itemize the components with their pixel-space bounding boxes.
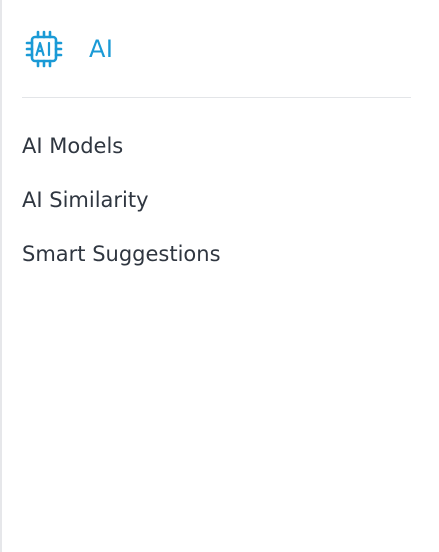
sidebar-edge: [0, 0, 2, 552]
menu-item-ai-models[interactable]: AI Models: [22, 132, 411, 186]
menu-item-ai-similarity[interactable]: AI Similarity: [22, 186, 411, 240]
menu-item-label: Smart Suggestions: [22, 242, 221, 266]
ai-settings-panel: AI AI Models AI Similarity Smart Suggest…: [22, 0, 411, 294]
section-header: AI: [22, 0, 411, 98]
menu-item-label: AI Models: [22, 134, 124, 158]
section-title: AI: [89, 34, 114, 63]
menu-item-label: AI Similarity: [22, 188, 149, 212]
ai-chip-icon: [23, 28, 65, 70]
ai-menu: AI Models AI Similarity Smart Suggestion…: [22, 98, 411, 294]
menu-item-smart-suggestions[interactable]: Smart Suggestions: [22, 240, 411, 294]
